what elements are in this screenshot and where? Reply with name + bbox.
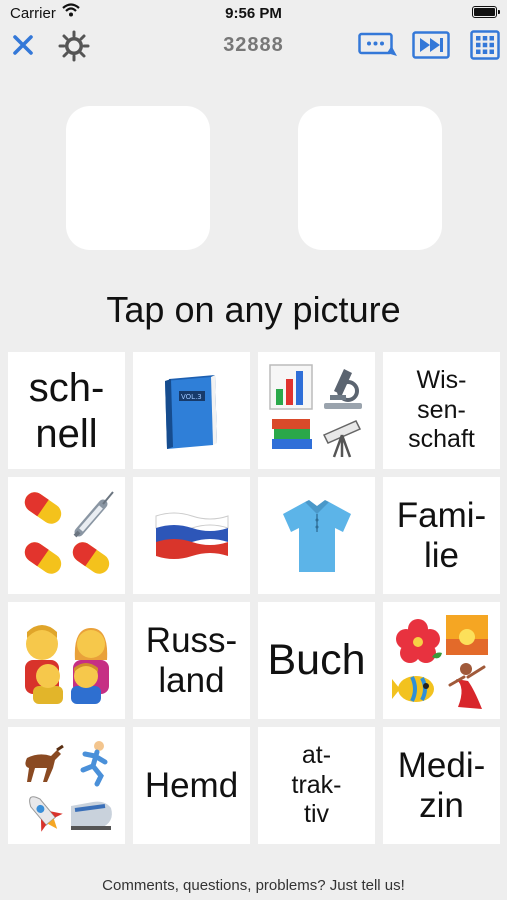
card-word-wissenschaft[interactable]: Wis- sen- schaft: [383, 352, 500, 469]
blue-book-icon: VOL.3: [164, 374, 217, 449]
card-word-familie[interactable]: Fami- lie: [383, 477, 500, 594]
feedback-link[interactable]: Comments, questions, problems? Just tell…: [0, 877, 507, 894]
battery-icon: [472, 6, 500, 18]
card-picture-fast[interactable]: [8, 727, 125, 844]
card-label: Fami- lie: [396, 496, 487, 575]
card-label: Medi- zin: [397, 746, 486, 825]
card-picture-shirt[interactable]: [258, 477, 375, 594]
card-word-schnell[interactable]: sch- nell: [8, 352, 125, 469]
card-picture-book[interactable]: VOL.3: [133, 352, 250, 469]
clock: 9:56 PM: [225, 5, 282, 22]
shirt-icon: [282, 499, 351, 572]
toolbar: 32888: [0, 26, 507, 66]
pills-and-syringe-icon: [24, 490, 114, 574]
card-word-russland[interactable]: Russ- land: [133, 602, 250, 719]
card-picture-science[interactable]: [258, 352, 375, 469]
status-bar: Carrier 9:56 PM: [0, 0, 507, 26]
card-word-medizin[interactable]: Medi- zin: [383, 727, 500, 844]
menu-grid-button[interactable]: [470, 30, 500, 60]
card-label: Wis- sen- schaft: [408, 366, 475, 454]
fast-things-icon: [24, 740, 112, 832]
card-label: Hemd: [144, 765, 239, 805]
travel-collage-icon: [391, 614, 488, 709]
science-collage-icon: [268, 363, 362, 457]
card-word-hemd[interactable]: Hemd: [133, 727, 250, 844]
skip-button[interactable]: [412, 31, 450, 59]
answer-slot-2[interactable]: [298, 106, 442, 250]
card-picture-pills[interactable]: [8, 477, 125, 594]
russia-flag-icon: [155, 512, 228, 559]
card-picture-flag[interactable]: [133, 477, 250, 594]
instruction-text: Tap on any picture: [106, 289, 401, 330]
svg-text:VOL.3: VOL.3: [181, 393, 202, 401]
card-label: Russ- land: [145, 621, 238, 700]
answer-slot-1[interactable]: [66, 106, 210, 250]
card-picture-travel[interactable]: [383, 602, 500, 719]
card-label: at- trak- tiv: [291, 741, 342, 829]
card-word-buch[interactable]: Buch: [258, 602, 375, 719]
card-word-attraktiv[interactable]: at- trak- tiv: [258, 727, 375, 844]
speech-button[interactable]: [358, 32, 398, 58]
grid-icon: [470, 30, 500, 60]
speech-bubble-icon: [358, 32, 397, 56]
family-icon: [24, 624, 109, 704]
fast-forward-icon: [412, 31, 450, 59]
card-label: Buch: [267, 635, 366, 684]
card-label: sch- nell: [28, 365, 105, 456]
card-picture-family[interactable]: [8, 602, 125, 719]
